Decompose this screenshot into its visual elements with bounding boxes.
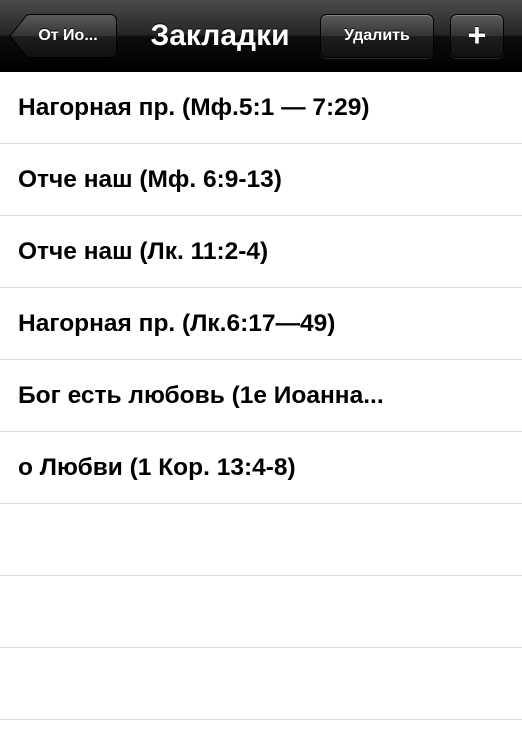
plus-icon: + [467, 16, 487, 53]
bookmark-label: Отче наш (Лк. 11:2-4) [18, 237, 269, 265]
bookmark-label: Нагорная пр. (Мф.5:1 — 7:29) [18, 93, 370, 121]
list-item[interactable]: Отче наш (Мф. 6:9-13) [0, 144, 522, 216]
add-bookmark-button[interactable]: + [450, 14, 504, 58]
page-title: Закладки [150, 19, 290, 52]
bookmark-label: Бог есть любовь (1е Иоанна... [18, 381, 384, 409]
list-item[interactable]: Нагорная пр. (Мф.5:1 — 7:29) [0, 72, 522, 144]
navigation-bar: От Ио... Закладки Удалить + [0, 0, 522, 72]
back-button-label: От Ио... [38, 27, 98, 44]
bookmark-label: Отче наш (Мф. 6:9-13) [18, 165, 282, 193]
bookmark-label: о Любви (1 Кор. 13:4-8) [18, 453, 296, 481]
bookmark-label: Нагорная пр. (Лк.6:17—49) [18, 309, 336, 337]
list-item[interactable]: о Любви (1 Кор. 13:4-8) [0, 432, 522, 504]
delete-button-label: Удалить [344, 27, 410, 44]
list-item[interactable]: Отче наш (Лк. 11:2-4) [0, 216, 522, 288]
list-item[interactable]: Бог есть любовь (1е Иоанна... [0, 360, 522, 432]
empty-row [0, 504, 522, 576]
back-button[interactable]: От Ио... [9, 14, 117, 58]
empty-row [0, 576, 522, 648]
delete-button[interactable]: Удалить [320, 14, 434, 58]
empty-row [0, 648, 522, 720]
list-item[interactable]: Нагорная пр. (Лк.6:17—49) [0, 288, 522, 360]
bookmark-list: Нагорная пр. (Мф.5:1 — 7:29) Отче наш (М… [0, 72, 522, 720]
